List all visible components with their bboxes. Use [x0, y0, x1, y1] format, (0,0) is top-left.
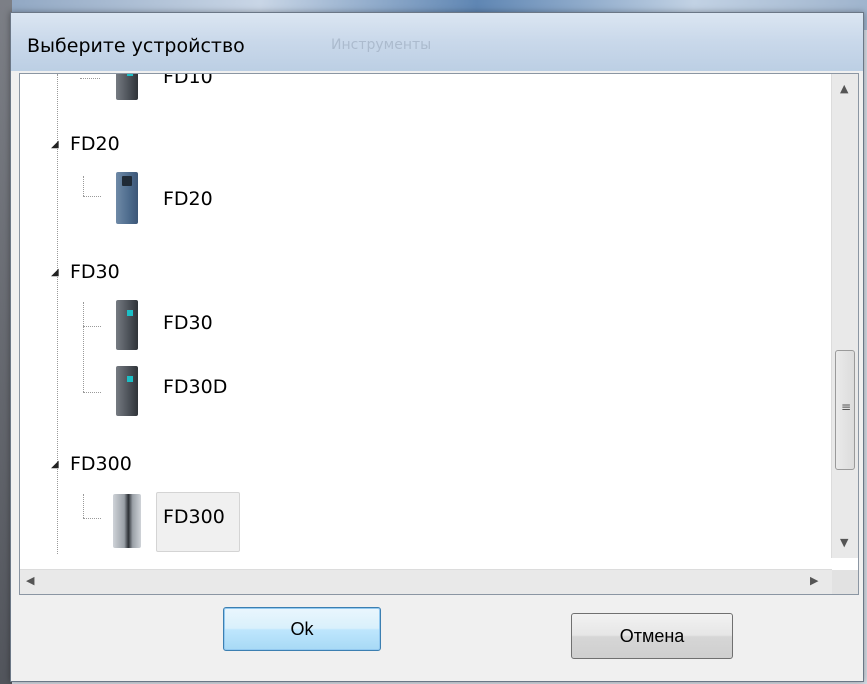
scroll-down-arrow-icon[interactable]: ▼	[840, 536, 848, 549]
tree-group-fd300[interactable]: FD300	[70, 453, 132, 475]
device-icon-fd30	[116, 300, 138, 350]
device-icon-fd20	[116, 172, 138, 224]
tree-line	[83, 176, 84, 196]
tree-item-fd20[interactable]: FD20	[163, 188, 213, 210]
dialog-title: Выберите устройство	[27, 35, 245, 57]
cancel-button[interactable]: Отмена	[571, 613, 733, 659]
tree-line	[83, 518, 101, 519]
tree-line	[83, 494, 84, 518]
expanded-triangle-icon[interactable]: ◢	[51, 267, 59, 278]
device-icon-fd30d	[116, 366, 138, 416]
scrollbar-grip-icon: ≡	[841, 400, 852, 414]
expanded-triangle-icon[interactable]: ◢	[51, 139, 59, 150]
background-menu-text: Инструменты	[331, 37, 432, 53]
scrollbar-thumb[interactable]: ≡	[835, 350, 855, 470]
tree-line	[83, 196, 101, 197]
tree-line	[80, 78, 100, 79]
scroll-up-arrow-icon[interactable]: ▲	[840, 82, 848, 95]
scrollbar-corner	[832, 570, 858, 594]
device-tree[interactable]: FD10 ◢ FD20 FD20 ◢ FD30 FD30 FD30D ◢ FD3…	[19, 73, 859, 595]
tree-item-fd300[interactable]: FD300	[163, 506, 225, 528]
tree-item-fd10[interactable]: FD10	[163, 74, 213, 88]
title-bar[interactable]: Выберите устройство Инструменты	[11, 13, 863, 71]
device-icon-fd300	[113, 494, 141, 548]
select-device-dialog: Выберите устройство Инструменты FD10 ◢ F…	[10, 12, 864, 682]
ok-button[interactable]: Ok	[223, 607, 381, 651]
tree-group-fd20[interactable]: FD20	[70, 133, 120, 155]
vertical-scrollbar[interactable]: ▲ ≡ ▼	[831, 74, 858, 558]
horizontal-scrollbar[interactable]: ◀ ▶	[20, 569, 832, 594]
tree-item-fd30d[interactable]: FD30D	[163, 376, 227, 398]
tree-line	[83, 302, 84, 392]
scroll-left-arrow-icon[interactable]: ◀	[26, 574, 34, 587]
device-icon-fd10	[116, 74, 138, 100]
tree-line	[83, 326, 101, 327]
tree-line	[83, 392, 101, 393]
expanded-triangle-icon[interactable]: ◢	[51, 459, 59, 470]
tree-group-fd30[interactable]: FD30	[70, 261, 120, 283]
tree-item-fd30[interactable]: FD30	[163, 312, 213, 334]
scroll-right-arrow-icon[interactable]: ▶	[810, 574, 818, 587]
